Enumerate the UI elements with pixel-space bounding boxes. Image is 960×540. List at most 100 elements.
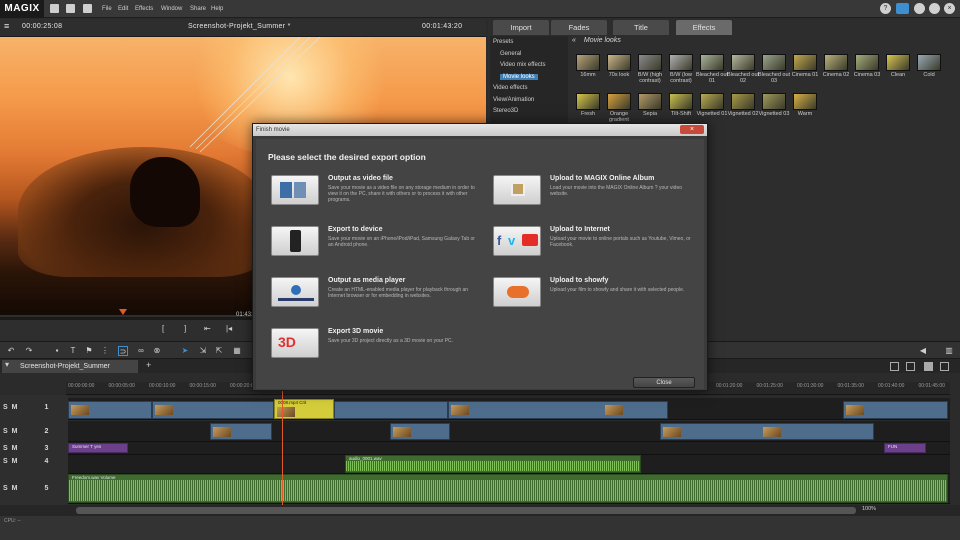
- jump-start-icon[interactable]: ⇤: [204, 324, 211, 333]
- title-clip[interactable]: Summer T yes: [68, 443, 128, 453]
- option-media-player[interactable]: Output as media player Create an HTML-en…: [271, 277, 481, 317]
- trim-tool-icon[interactable]: ⇲: [198, 346, 208, 356]
- minimize-icon[interactable]: [929, 3, 940, 14]
- track-header[interactable]: S M 5: [3, 485, 49, 492]
- tab-title[interactable]: Title: [613, 20, 669, 35]
- option-3d-movie[interactable]: 3D Export 3D movie Save your 3D project …: [271, 328, 481, 368]
- group-icon[interactable]: ⊗: [152, 346, 162, 356]
- save-icon[interactable]: [83, 4, 92, 13]
- tree-item[interactable]: Movie looks: [500, 73, 538, 80]
- solo-mute-buttons[interactable]: S M: [3, 428, 18, 435]
- effect-thumbnail[interactable]: [669, 54, 693, 71]
- effect-thumbnail[interactable]: [607, 54, 631, 71]
- selected-video-clip[interactable]: 0008.mp4 Crit: [274, 399, 334, 419]
- effect-thumbnail[interactable]: [576, 54, 600, 71]
- effect-thumbnail[interactable]: [762, 54, 786, 71]
- title-clip[interactable]: FUN: [884, 443, 926, 453]
- video-clip[interactable]: [68, 401, 152, 419]
- audio-clip[interactable]: audio_0001.wav: [345, 455, 641, 473]
- multi-tool-icon[interactable]: ▦: [232, 346, 242, 356]
- effect-thumbnail[interactable]: [607, 93, 631, 110]
- menu-effects[interactable]: Effects: [135, 3, 153, 15]
- effect-thumbnail[interactable]: [886, 54, 910, 71]
- video-clip[interactable]: [390, 423, 450, 440]
- timeline-scrollbar[interactable]: 100%: [0, 505, 960, 516]
- hamburger-icon[interactable]: ≡: [4, 21, 10, 31]
- track-header[interactable]: S M 2: [3, 428, 49, 435]
- video-clip[interactable]: [448, 401, 668, 419]
- link-icon[interactable]: ∞: [136, 346, 146, 356]
- help-icon[interactable]: ?: [880, 3, 891, 14]
- prev-marker-icon[interactable]: |◂: [226, 324, 232, 333]
- effect-thumbnail[interactable]: [793, 93, 817, 110]
- split-icon[interactable]: ⋮: [100, 346, 110, 356]
- track-lane-4[interactable]: audio_0001.wav: [68, 455, 950, 474]
- pointer-tool-icon[interactable]: ➤: [180, 346, 190, 356]
- export-icon[interactable]: [896, 3, 909, 14]
- tab-menu-chevron-icon[interactable]: ▾: [5, 360, 9, 369]
- effect-thumbnail[interactable]: [762, 93, 786, 110]
- tree-item[interactable]: Video effects: [493, 85, 527, 91]
- video-clip[interactable]: [843, 401, 948, 419]
- effect-thumbnail[interactable]: [576, 93, 600, 110]
- menu-edit[interactable]: Edit: [118, 3, 128, 15]
- scene-view-icon[interactable]: [906, 362, 915, 371]
- video-clip[interactable]: [334, 401, 448, 419]
- video-clip[interactable]: [152, 401, 274, 419]
- menu-share[interactable]: Share: [190, 3, 206, 15]
- delete-icon[interactable]: ▪: [52, 346, 62, 356]
- option-upload-internet[interactable]: f v Upload to Internet Upload your movie…: [493, 226, 703, 266]
- menu-help[interactable]: Help: [211, 3, 223, 15]
- back-chevron-icon[interactable]: «: [572, 37, 576, 44]
- option-upload-showfy[interactable]: Upload to showfy Upload your film to sho…: [493, 277, 703, 317]
- add-tab-button[interactable]: +: [146, 360, 151, 370]
- audio-clip[interactable]: Freedom.wav Volume: [68, 474, 948, 503]
- effect-thumbnail[interactable]: [917, 54, 941, 71]
- tree-item[interactable]: Video mix effects: [500, 62, 545, 68]
- dialog-close-icon[interactable]: ×: [680, 125, 704, 134]
- zoom-level[interactable]: 100%: [862, 506, 876, 512]
- title-tool-icon[interactable]: T: [68, 346, 78, 356]
- mark-in-button[interactable]: [: [162, 324, 164, 333]
- track-header[interactable]: S M 4: [3, 458, 49, 465]
- magnet-icon[interactable]: ⊃: [118, 346, 128, 356]
- effect-thumbnail[interactable]: [855, 54, 879, 71]
- option-video-file[interactable]: Output as video file Save your movie as …: [271, 175, 481, 215]
- solo-mute-buttons[interactable]: S M: [3, 458, 18, 465]
- effect-thumbnail[interactable]: [793, 54, 817, 71]
- track-lane-1[interactable]: 0008.mp4 Crit: [68, 398, 950, 420]
- video-clip[interactable]: [210, 423, 272, 440]
- volume-icon[interactable]: ◀: [918, 346, 928, 356]
- effect-thumbnail[interactable]: [700, 93, 724, 110]
- scroll-thumb[interactable]: [76, 507, 856, 514]
- redo-icon[interactable]: ↷: [24, 346, 34, 356]
- new-file-icon[interactable]: [50, 4, 59, 13]
- track-header[interactable]: S M 3: [3, 445, 49, 452]
- tree-item[interactable]: Presets: [493, 39, 513, 45]
- track-header[interactable]: S M 1: [3, 404, 49, 411]
- tab-effects[interactable]: Effects: [676, 20, 732, 35]
- settings-icon[interactable]: [914, 3, 925, 14]
- track-lane-2[interactable]: [68, 421, 950, 442]
- track-lane-5[interactable]: Freedom.wav Volume: [68, 474, 950, 504]
- menu-window[interactable]: Window: [161, 3, 182, 15]
- tab-import[interactable]: Import: [493, 20, 549, 35]
- tab-fades[interactable]: Fades: [551, 20, 607, 35]
- option-export-device[interactable]: Export to device Save your movie on an i…: [271, 226, 481, 266]
- effect-thumbnail[interactable]: [824, 54, 848, 71]
- effect-thumbnail[interactable]: [731, 54, 755, 71]
- close-button[interactable]: Close: [633, 377, 695, 388]
- mark-out-button[interactable]: ]: [184, 324, 186, 333]
- track-lane-3[interactable]: Summer T yes FUN: [68, 442, 950, 455]
- timeline-playhead[interactable]: [282, 390, 283, 505]
- tree-item[interactable]: View/Animation: [493, 97, 534, 103]
- close-window-icon[interactable]: ×: [944, 3, 955, 14]
- storyboard-view-icon[interactable]: [890, 362, 899, 371]
- effect-thumbnail[interactable]: [700, 54, 724, 71]
- tree-item[interactable]: General: [500, 51, 521, 57]
- undo-icon[interactable]: ↶: [6, 346, 16, 356]
- solo-mute-buttons[interactable]: S M: [3, 445, 18, 452]
- effect-thumbnail[interactable]: [731, 93, 755, 110]
- effect-thumbnail[interactable]: [669, 93, 693, 110]
- option-magix-album[interactable]: Upload to MAGIX Online Album Load your m…: [493, 175, 703, 215]
